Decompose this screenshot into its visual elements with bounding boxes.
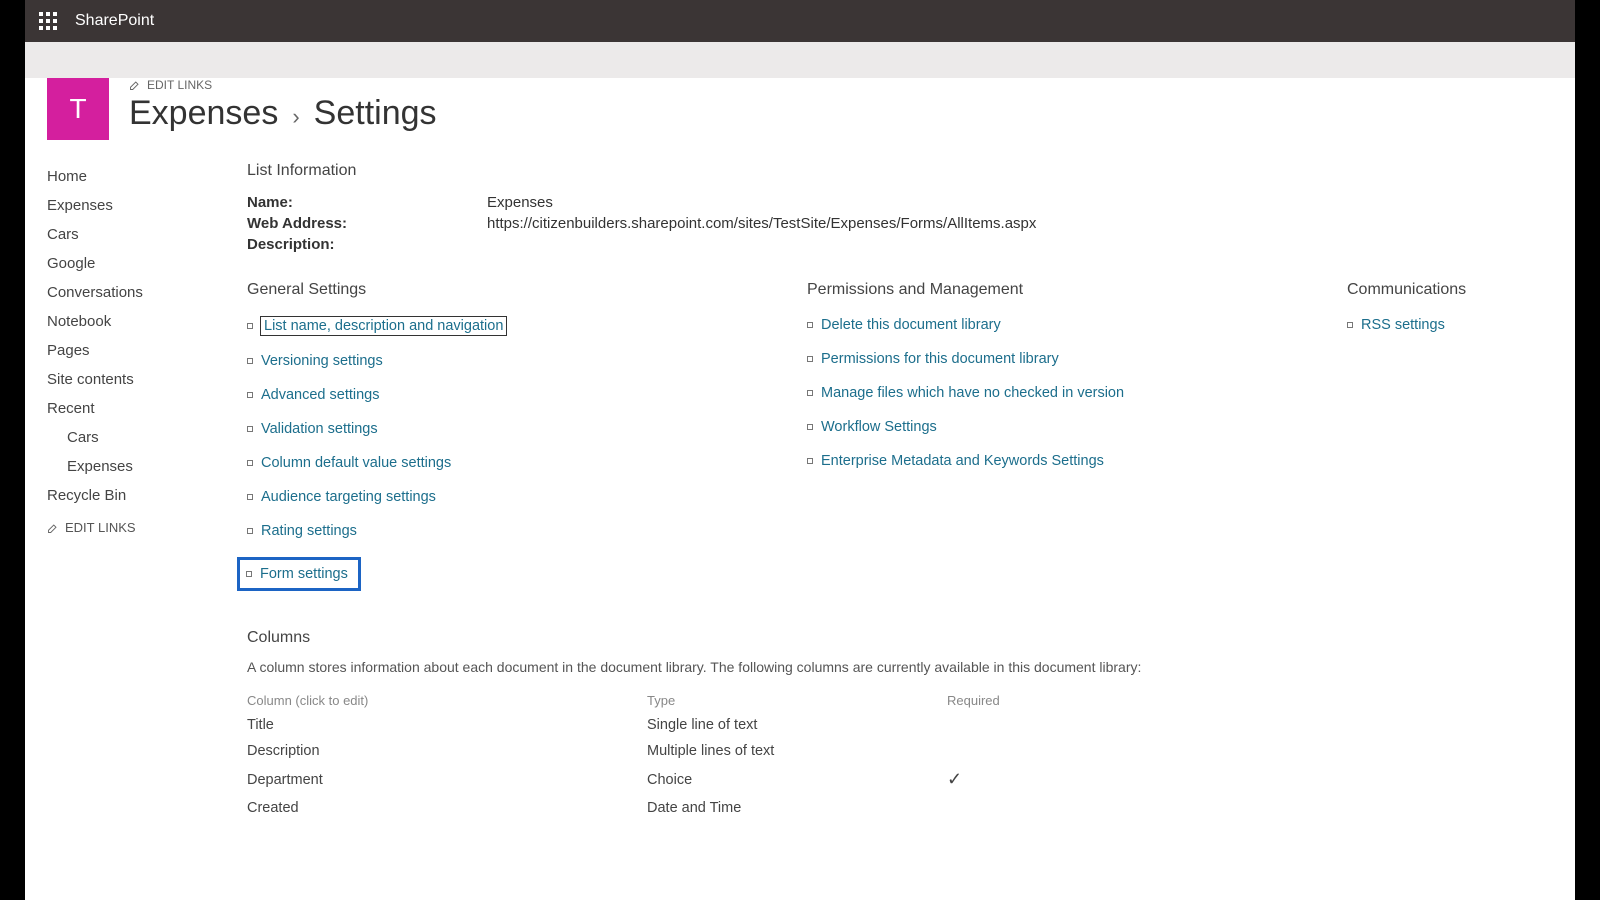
app-launcher-icon[interactable] bbox=[39, 12, 57, 30]
link-versioning-settings[interactable]: Versioning settings bbox=[247, 353, 787, 369]
col-type: Choice bbox=[647, 764, 947, 795]
columns-table: Column (click to edit) Type Required Tit… bbox=[247, 689, 1067, 821]
list-information-heading: List Information bbox=[247, 162, 1545, 180]
link-rating-settings[interactable]: Rating settings bbox=[247, 523, 787, 539]
bullet-icon bbox=[247, 323, 253, 329]
general-settings-heading: General Settings bbox=[247, 281, 787, 299]
bullet-icon bbox=[247, 392, 253, 398]
bullet-icon bbox=[807, 390, 813, 396]
quick-launch-nav: Home Expenses Cars Google Conversations … bbox=[47, 162, 247, 821]
bullet-icon bbox=[247, 358, 253, 364]
bullet-icon bbox=[247, 494, 253, 500]
col-name[interactable]: Title bbox=[247, 712, 647, 738]
info-name-label: Name: bbox=[247, 194, 487, 211]
col-name[interactable]: Created bbox=[247, 795, 647, 821]
pencil-icon bbox=[47, 522, 59, 534]
link-permissions-library[interactable]: Permissions for this document library bbox=[807, 351, 1327, 367]
link-form-settings[interactable]: Form settings bbox=[237, 557, 361, 591]
nav-home[interactable]: Home bbox=[47, 162, 247, 191]
info-webaddress-label: Web Address: bbox=[247, 215, 487, 232]
nav-recent-expenses[interactable]: Expenses bbox=[47, 452, 247, 481]
breadcrumb-current: Settings bbox=[314, 94, 437, 133]
site-logo-tile[interactable]: T bbox=[47, 78, 109, 140]
permissions-management-heading: Permissions and Management bbox=[807, 281, 1327, 299]
breadcrumb-sep: › bbox=[292, 104, 299, 130]
nav-recent-cars[interactable]: Cars bbox=[47, 423, 247, 452]
link-column-default-value-settings[interactable]: Column default value settings bbox=[247, 455, 787, 471]
global-suite-bar: SharePoint bbox=[25, 0, 1575, 42]
brand-name[interactable]: SharePoint bbox=[75, 12, 154, 30]
nav-conversations[interactable]: Conversations bbox=[47, 278, 247, 307]
link-validation-settings[interactable]: Validation settings bbox=[247, 421, 787, 437]
table-row: DescriptionMultiple lines of text bbox=[247, 738, 1067, 764]
col-header-name: Column (click to edit) bbox=[247, 689, 647, 712]
col-required bbox=[947, 795, 1067, 821]
bullet-icon bbox=[807, 356, 813, 362]
bullet-icon bbox=[807, 322, 813, 328]
bullet-icon bbox=[247, 460, 253, 466]
edit-links-top[interactable]: EDIT LINKS bbox=[129, 78, 437, 92]
link-audience-targeting-settings[interactable]: Audience targeting settings bbox=[247, 489, 787, 505]
nav-recent[interactable]: Recent bbox=[47, 394, 247, 423]
nav-pages[interactable]: Pages bbox=[47, 336, 247, 365]
bullet-icon bbox=[247, 426, 253, 432]
edit-links-bottom[interactable]: EDIT LINKS bbox=[47, 520, 247, 535]
bullet-icon bbox=[1347, 322, 1353, 328]
pencil-icon bbox=[129, 79, 141, 91]
page-title: Expenses › Settings bbox=[129, 94, 437, 133]
bullet-icon bbox=[246, 571, 252, 577]
col-name[interactable]: Description bbox=[247, 738, 647, 764]
bullet-icon bbox=[807, 424, 813, 430]
link-enterprise-metadata[interactable]: Enterprise Metadata and Keywords Setting… bbox=[807, 453, 1327, 469]
col-required bbox=[947, 712, 1067, 738]
info-description-label: Description: bbox=[247, 236, 487, 253]
info-name-value: Expenses bbox=[487, 194, 553, 211]
nav-cars[interactable]: Cars bbox=[47, 220, 247, 249]
col-required: ✓ bbox=[947, 764, 1067, 795]
col-type: Single line of text bbox=[647, 712, 947, 738]
link-list-name-description-nav[interactable]: List name, description and navigation bbox=[247, 317, 787, 335]
col-header-required: Required bbox=[947, 689, 1067, 712]
ribbon-bar bbox=[25, 42, 1575, 78]
breadcrumb-list[interactable]: Expenses bbox=[129, 94, 278, 133]
bullet-icon bbox=[247, 528, 253, 534]
columns-heading: Columns bbox=[247, 629, 1545, 647]
link-rss-settings[interactable]: RSS settings bbox=[1347, 317, 1545, 333]
col-type: Date and Time bbox=[647, 795, 947, 821]
nav-google[interactable]: Google bbox=[47, 249, 247, 278]
columns-description: A column stores information about each d… bbox=[247, 659, 1545, 675]
table-row: CreatedDate and Time bbox=[247, 795, 1067, 821]
nav-expenses[interactable]: Expenses bbox=[47, 191, 247, 220]
col-name[interactable]: Department bbox=[247, 764, 647, 795]
col-type: Multiple lines of text bbox=[647, 738, 947, 764]
nav-site-contents[interactable]: Site contents bbox=[47, 365, 247, 394]
table-row: DepartmentChoice✓ bbox=[247, 764, 1067, 795]
link-manage-checkin[interactable]: Manage files which have no checked in ve… bbox=[807, 385, 1327, 401]
table-row: TitleSingle line of text bbox=[247, 712, 1067, 738]
col-header-type: Type bbox=[647, 689, 947, 712]
col-required bbox=[947, 738, 1067, 764]
communications-heading: Communications bbox=[1347, 281, 1545, 299]
info-webaddress-value: https://citizenbuilders.sharepoint.com/s… bbox=[487, 215, 1036, 232]
nav-notebook[interactable]: Notebook bbox=[47, 307, 247, 336]
nav-recycle-bin[interactable]: Recycle Bin bbox=[47, 481, 247, 510]
link-workflow-settings[interactable]: Workflow Settings bbox=[807, 419, 1327, 435]
bullet-icon bbox=[807, 458, 813, 464]
link-advanced-settings[interactable]: Advanced settings bbox=[247, 387, 787, 403]
link-delete-library[interactable]: Delete this document library bbox=[807, 317, 1327, 333]
